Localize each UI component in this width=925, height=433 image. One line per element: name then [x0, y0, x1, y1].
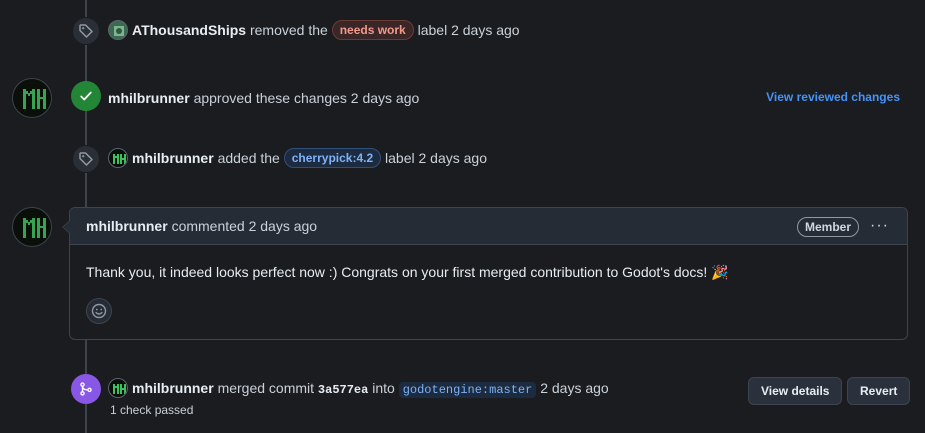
avatar[interactable]: [108, 378, 128, 399]
checks-status[interactable]: 1 check passed: [110, 403, 193, 417]
kebab-menu-icon[interactable]: ···: [870, 216, 889, 236]
view-reviewed-changes-link[interactable]: View reviewed changes: [766, 90, 900, 104]
tag-icon-badge: [72, 17, 100, 45]
event-action: added the: [217, 150, 280, 166]
smiley-icon: [91, 303, 107, 319]
revert-button[interactable]: Revert: [847, 377, 911, 405]
event-action: removed the: [249, 22, 328, 38]
event-suffix: label 2 days ago: [417, 22, 520, 38]
view-details-button[interactable]: View details: [748, 377, 843, 405]
avatar[interactable]: [12, 207, 52, 247]
comment-author[interactable]: mhilbrunner: [86, 218, 168, 234]
event-suffix: label 2 days ago: [385, 150, 487, 166]
comment-meta[interactable]: commented 2 days ago: [172, 218, 318, 234]
event-author[interactable]: mhilbrunner: [132, 150, 214, 166]
member-badge: Member: [796, 217, 859, 237]
label-removed-event: AThousandShips removed the needs work la…: [108, 20, 520, 41]
event-action: merged commit: [217, 380, 315, 396]
comment-body: Thank you, it indeed looks perfect now :…: [86, 264, 729, 280]
branch-name[interactable]: godotengine:master: [398, 382, 537, 398]
comment-arrow-inner: [63, 221, 70, 233]
git-merge-icon: [80, 382, 92, 396]
event-author[interactable]: AThousandShips: [132, 22, 246, 38]
check-icon-badge: [71, 81, 101, 111]
event-author[interactable]: mhilbrunner: [108, 90, 190, 106]
tag-icon: [79, 24, 93, 38]
merged-event: mhilbrunner merged commit 3a577ea into g…: [108, 378, 609, 400]
tag-icon-badge: [72, 145, 100, 173]
approved-event: mhilbrunner approved these changes 2 day…: [108, 88, 419, 108]
label-needs-work[interactable]: needs work: [331, 20, 414, 41]
comment-card: mhilbrunner commented 2 days ago Member …: [62, 207, 908, 340]
avatar[interactable]: [108, 20, 128, 41]
comment-header-text: mhilbrunner commented 2 days ago: [86, 218, 317, 234]
event-time[interactable]: 2 days ago: [540, 380, 609, 396]
git-merge-icon-badge: [71, 374, 101, 404]
event-into: into: [372, 380, 395, 396]
add-reaction-button[interactable]: [86, 298, 112, 324]
tag-icon: [79, 152, 93, 166]
check-icon: [80, 91, 92, 101]
avatar[interactable]: [12, 78, 52, 118]
event-author[interactable]: mhilbrunner: [132, 380, 214, 396]
commit-sha-link[interactable]: 3a577ea: [318, 383, 368, 397]
pr-timeline: AThousandShips removed the needs work la…: [0, 0, 925, 433]
label-cherrypick[interactable]: cherrypick:4.2: [283, 148, 382, 169]
comment-header: mhilbrunner commented 2 days ago Member …: [70, 208, 907, 245]
event-action: approved these changes 2 days ago: [193, 90, 420, 106]
label-added-event: mhilbrunner added the cherrypick:4.2 lab…: [108, 148, 487, 169]
avatar[interactable]: [108, 148, 128, 169]
